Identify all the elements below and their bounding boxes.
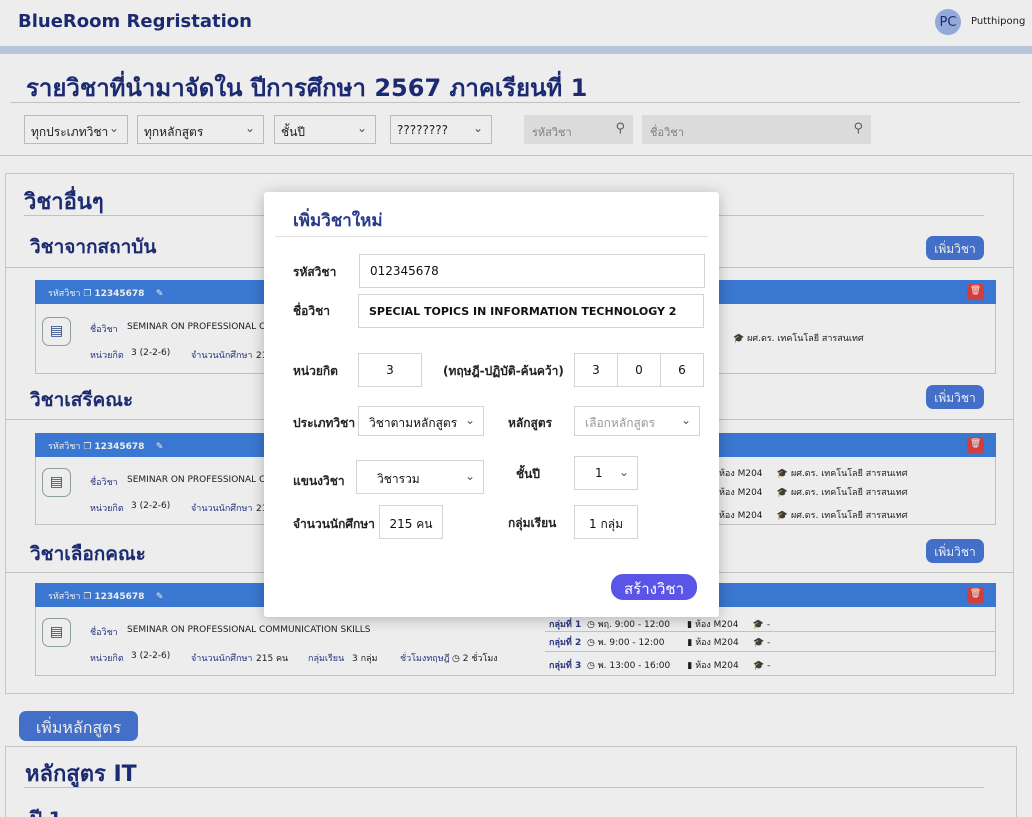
name-label: ชื่อวิชา [293, 304, 330, 318]
students-label: จำนวนนักศึกษา [293, 517, 375, 531]
sections-input[interactable]: 1 กลุ่ม [574, 505, 638, 539]
create-course-button[interactable]: สร้างวิชา [611, 574, 697, 600]
branch-value: วิชารวม [377, 472, 420, 486]
credit-input[interactable]: 3 [358, 353, 422, 387]
name-input[interactable]: SPECIAL TOPICS IN INFORMATION TECHNOLOGY… [358, 294, 704, 328]
chevron-down-icon: ⌄ [464, 413, 475, 427]
divider [275, 236, 708, 237]
code-input[interactable]: 012345678 [359, 254, 705, 288]
sections-label: กลุ่มเรียน [508, 516, 557, 530]
year-value: 1 [595, 466, 603, 480]
year-select[interactable]: 1 ⌄ [574, 456, 638, 490]
theory-input[interactable]: 3 [574, 353, 618, 387]
credit-label: หน่วยกิต [293, 364, 338, 378]
branch-label: แขนงวิชา [293, 474, 345, 488]
type-label: ประเภทวิชา [293, 416, 356, 430]
practice-input[interactable]: 0 [617, 353, 661, 387]
branch-select[interactable]: วิชารวม ⌄ [356, 460, 484, 494]
curriculum-label: หลักสูตร [508, 416, 553, 430]
modal-title: เพิ่มวิชาใหม่ [293, 211, 383, 231]
curriculum-placeholder: เลือกหลักสูตร [585, 416, 656, 430]
breakdown-label: (ทฤษฎี-ปฏิบัติ-ค้นคว้า) [443, 364, 564, 378]
chevron-down-icon: ⌄ [464, 469, 475, 483]
type-value: วิชาตามหลักสูตร [369, 416, 458, 430]
code-label: รหัสวิชา [293, 265, 337, 279]
chevron-down-icon: ⌄ [618, 465, 629, 479]
curriculum-select[interactable]: เลือกหลักสูตร ⌄ [574, 406, 700, 436]
type-select[interactable]: วิชาตามหลักสูตร ⌄ [358, 406, 484, 436]
students-input[interactable]: 215 คน [379, 505, 443, 539]
add-course-modal: เพิ่มวิชาใหม่ รหัสวิชา 012345678 ชื่อวิช… [264, 192, 719, 617]
research-input[interactable]: 6 [660, 353, 704, 387]
year-label: ชั้นปี [516, 467, 540, 481]
chevron-down-icon: ⌄ [680, 413, 691, 427]
